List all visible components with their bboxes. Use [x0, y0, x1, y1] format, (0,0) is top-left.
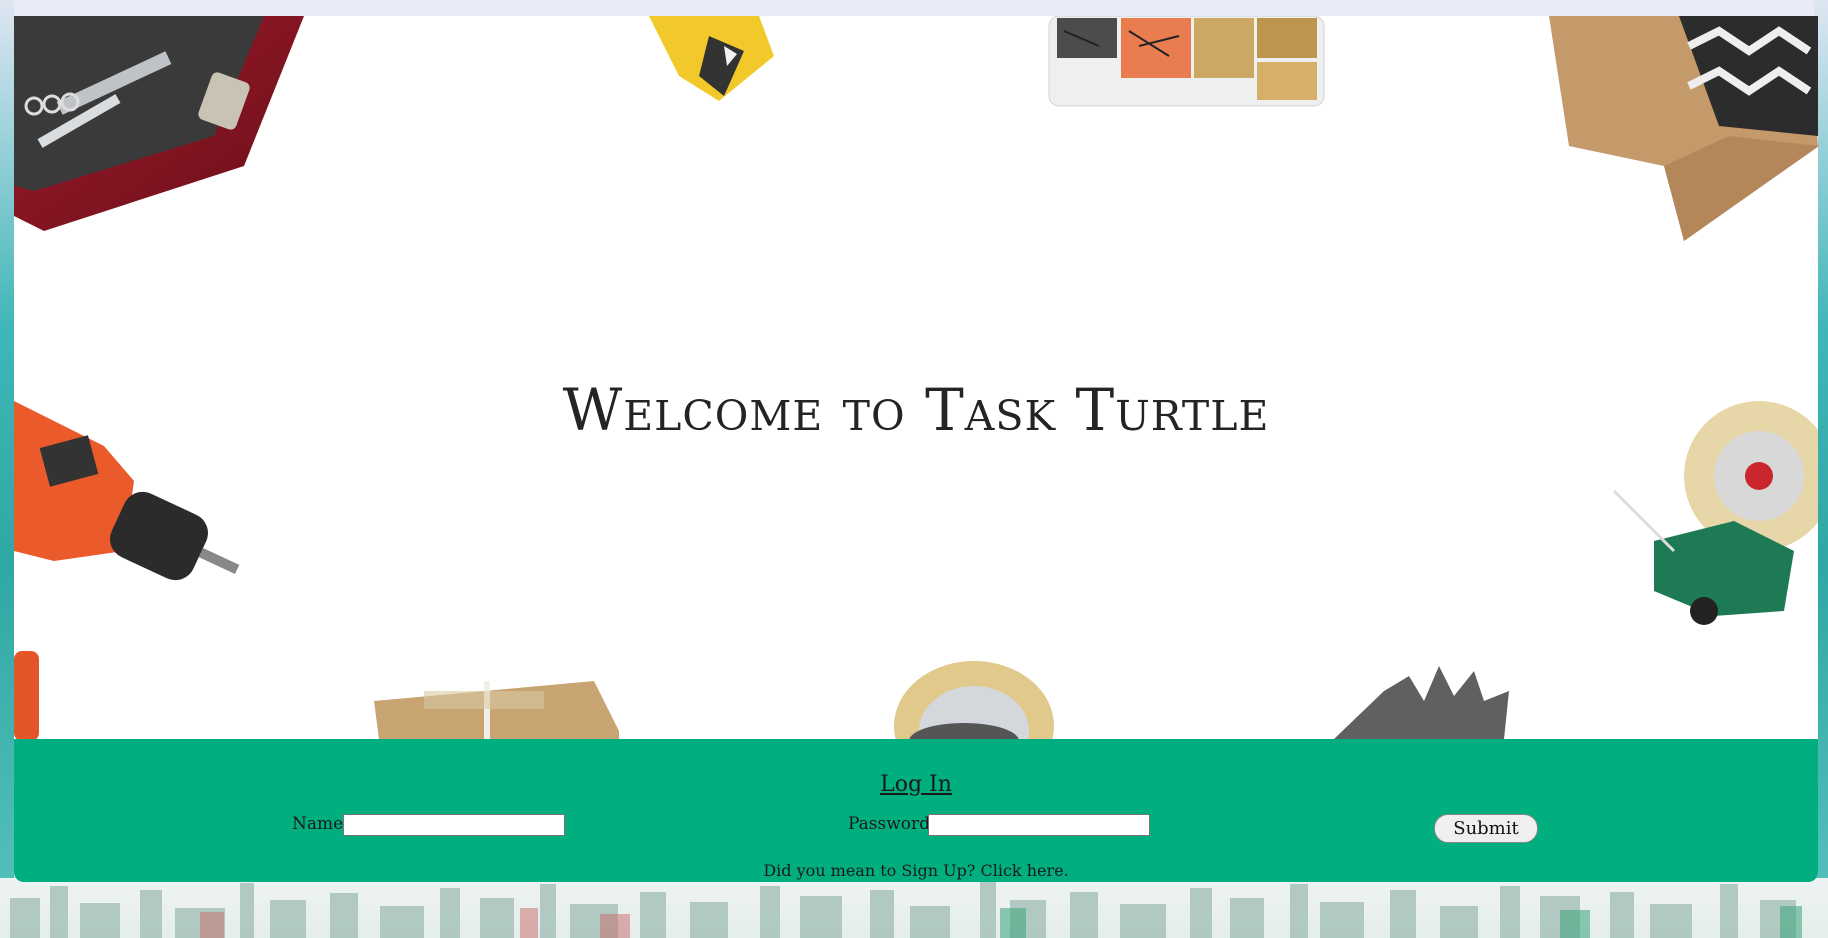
toolbox-image: [14, 16, 304, 231]
tape-roll-image: [894, 661, 1054, 739]
background-left-edge: [0, 0, 14, 938]
main-card: Welcome to Task Turtle Log In Name: Pass…: [14, 16, 1818, 882]
cardboard-box-image: [1549, 16, 1818, 241]
glove-image: [1334, 666, 1509, 739]
city-skyline-image: [0, 878, 1828, 938]
login-heading: Log In: [880, 772, 952, 797]
page-title: Welcome to Task Turtle: [562, 376, 1270, 444]
signup-link[interactable]: Did you mean to Sign Up? Click here.: [14, 861, 1818, 880]
skyline-graphic: [10, 882, 1802, 938]
submit-button[interactable]: Submit: [1434, 814, 1538, 843]
hero-banner: Welcome to Task Turtle: [14, 16, 1818, 739]
drill-image: [14, 401, 240, 739]
parcel-image: [374, 681, 619, 739]
name-input[interactable]: [343, 814, 565, 836]
password-label: Password:: [848, 814, 936, 834]
screws-box-image: [1048, 16, 1325, 107]
login-panel: Log In Name: Password: Submit Did you me…: [14, 739, 1818, 882]
name-label: Name:: [292, 814, 349, 834]
password-input[interactable]: [928, 814, 1150, 836]
level-tool-image: [649, 16, 774, 101]
